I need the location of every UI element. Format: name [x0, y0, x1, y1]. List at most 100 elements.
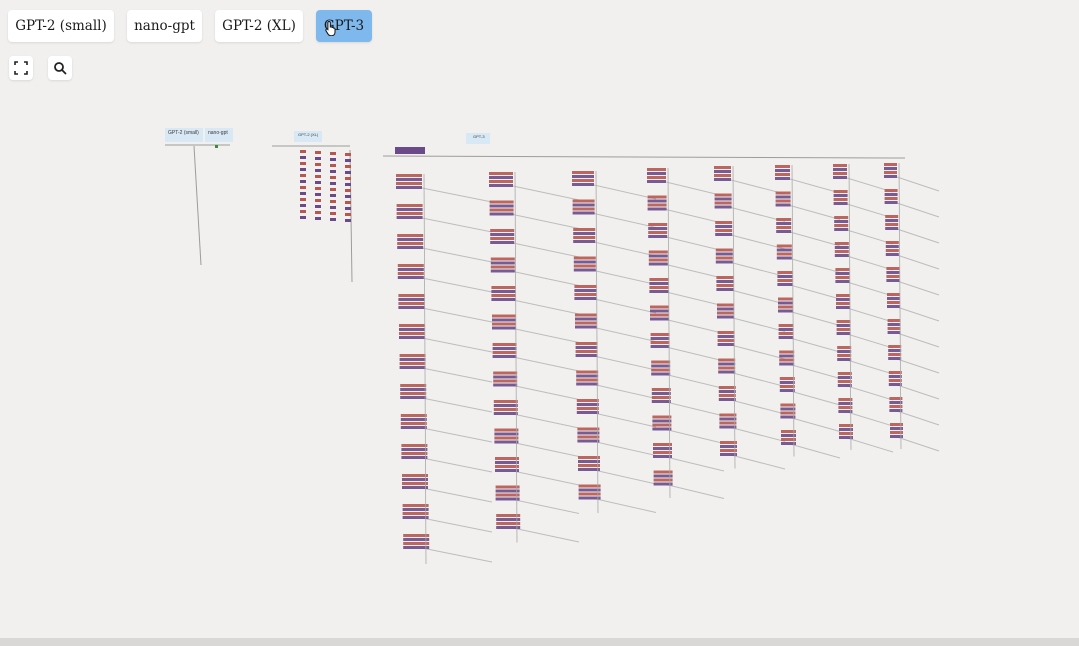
gpt3-block: [572, 207, 595, 211]
gpt3-block: [489, 200, 514, 204]
gpt3-block: [493, 375, 518, 379]
gpt3-block: [887, 305, 900, 308]
gpt3-block: [716, 284, 734, 287]
gpt2-small-stem: [193, 145, 202, 266]
gpt3-block: [575, 313, 597, 317]
gpt3-block: [575, 321, 597, 325]
gpt3-block: [888, 345, 902, 348]
gpt3-block: [889, 409, 903, 412]
gpt3-block: [647, 207, 667, 211]
gpt3-connector-line: [665, 236, 725, 252]
gpt3-block: [647, 176, 666, 179]
gpt3-block: [653, 470, 673, 474]
gpt3-connector-line: [846, 411, 894, 427]
gpt3-block: [398, 298, 425, 301]
gpt3-block: [489, 172, 513, 175]
gpt3-block: [839, 432, 853, 435]
gpt3-block: [887, 297, 900, 300]
gpt3-block: [833, 164, 847, 167]
gpt3-column-stem: [423, 173, 427, 565]
gpt3-connector-line: [421, 247, 493, 263]
gpt3-block: [718, 390, 736, 393]
gpt3-block: [718, 394, 736, 397]
model-visualization[interactable]: [0, 0, 1079, 646]
gpt3-block: [837, 376, 852, 379]
gpt3-block: [890, 435, 903, 438]
gpt3-block: [575, 346, 598, 349]
gpt3-block: [778, 297, 793, 301]
gpt3-block: [650, 305, 669, 309]
gpt3-block: [716, 276, 734, 279]
gpt3-block: [574, 297, 597, 300]
gpt3-block: [653, 474, 673, 478]
gpt3-block: [836, 324, 851, 327]
gpt3-block: [775, 195, 791, 199]
gpt3-connector-line: [846, 437, 894, 453]
gpt3-connector-line: [593, 469, 657, 485]
gpt3-block: [576, 403, 599, 406]
gpt3-connector-line: [846, 281, 894, 297]
gpt3-block: [653, 482, 673, 486]
gpt3-connector-line: [730, 317, 786, 332]
gpt3-block: [647, 180, 666, 183]
gpt3-block: [884, 193, 898, 196]
gpt3-block: [576, 374, 599, 378]
gpt3-block: [495, 485, 520, 489]
gpt3-connector-line: [512, 271, 580, 286]
gpt3-block: [719, 421, 737, 425]
gpt3-connector-line: [665, 264, 725, 279]
gpt2-xl-block: [300, 174, 306, 177]
gpt3-block: [888, 349, 902, 352]
gpt3-block: [889, 397, 903, 400]
gpt3-block: [717, 339, 735, 342]
zoom-button[interactable]: [48, 56, 72, 80]
gpt3-block: [777, 283, 793, 286]
gpt3-block: [491, 294, 516, 297]
gpt3-connector-line: [665, 319, 725, 334]
gpt3-block: [492, 347, 517, 350]
gpt3-block: [396, 174, 422, 177]
gpt3-block: [396, 204, 423, 207]
gpt3-block: [401, 452, 428, 455]
model-button-gpt2-xl[interactable]: GPT-2 (XL): [215, 10, 303, 42]
gpt3-block: [576, 399, 599, 402]
gpt3-block: [572, 203, 595, 207]
model-button-gpt2-small[interactable]: GPT-2 (small): [8, 10, 114, 42]
gpt3-block: [573, 236, 596, 239]
gpt3-connector-line: [421, 487, 493, 503]
gpt3-block: [653, 447, 672, 450]
gpt3-block: [491, 298, 516, 301]
gpt3-block: [653, 443, 672, 446]
gpt2-xl-block: [300, 168, 306, 171]
viz-label-gpt2-small: GPT-2 (small): [168, 130, 199, 136]
gpt3-block: [718, 362, 736, 366]
gpt3-block: [836, 294, 850, 297]
gpt3-block: [577, 435, 600, 439]
model-button-nano-gpt[interactable]: nano-gpt: [127, 10, 202, 42]
gpt3-block: [888, 357, 902, 360]
gpt2-xl-block: [345, 189, 351, 192]
gpt3-block: [651, 392, 671, 395]
gpt3-block: [833, 190, 848, 193]
gpt2-xl-block: [345, 171, 351, 174]
gpt3-connector-line: [593, 298, 657, 314]
model-button-gpt3[interactable]: GPT-3: [316, 10, 372, 42]
gpt3-connector-line: [665, 291, 725, 307]
gpt3-block: [575, 350, 598, 353]
gpt3-block: [714, 197, 732, 201]
gpt3-block: [402, 504, 429, 507]
gpt3-block: [886, 279, 900, 282]
gpt3-connector-line: [789, 390, 841, 406]
gpt3-block: [652, 427, 672, 431]
gpt2-xl-block: [345, 165, 351, 168]
fullscreen-button[interactable]: [9, 56, 33, 80]
gpt3-connector-line: [789, 337, 841, 353]
gpt3-block: [576, 407, 599, 410]
gpt3-block: [719, 413, 737, 417]
viz-label-nano-gpt: nano-gpt: [208, 130, 228, 136]
gpt3-connector-line: [665, 181, 725, 197]
gpt3-connector-line: [593, 384, 657, 399]
gpt3-block: [403, 538, 430, 541]
gpt3-block: [572, 199, 595, 203]
gpt3-block: [396, 182, 422, 185]
